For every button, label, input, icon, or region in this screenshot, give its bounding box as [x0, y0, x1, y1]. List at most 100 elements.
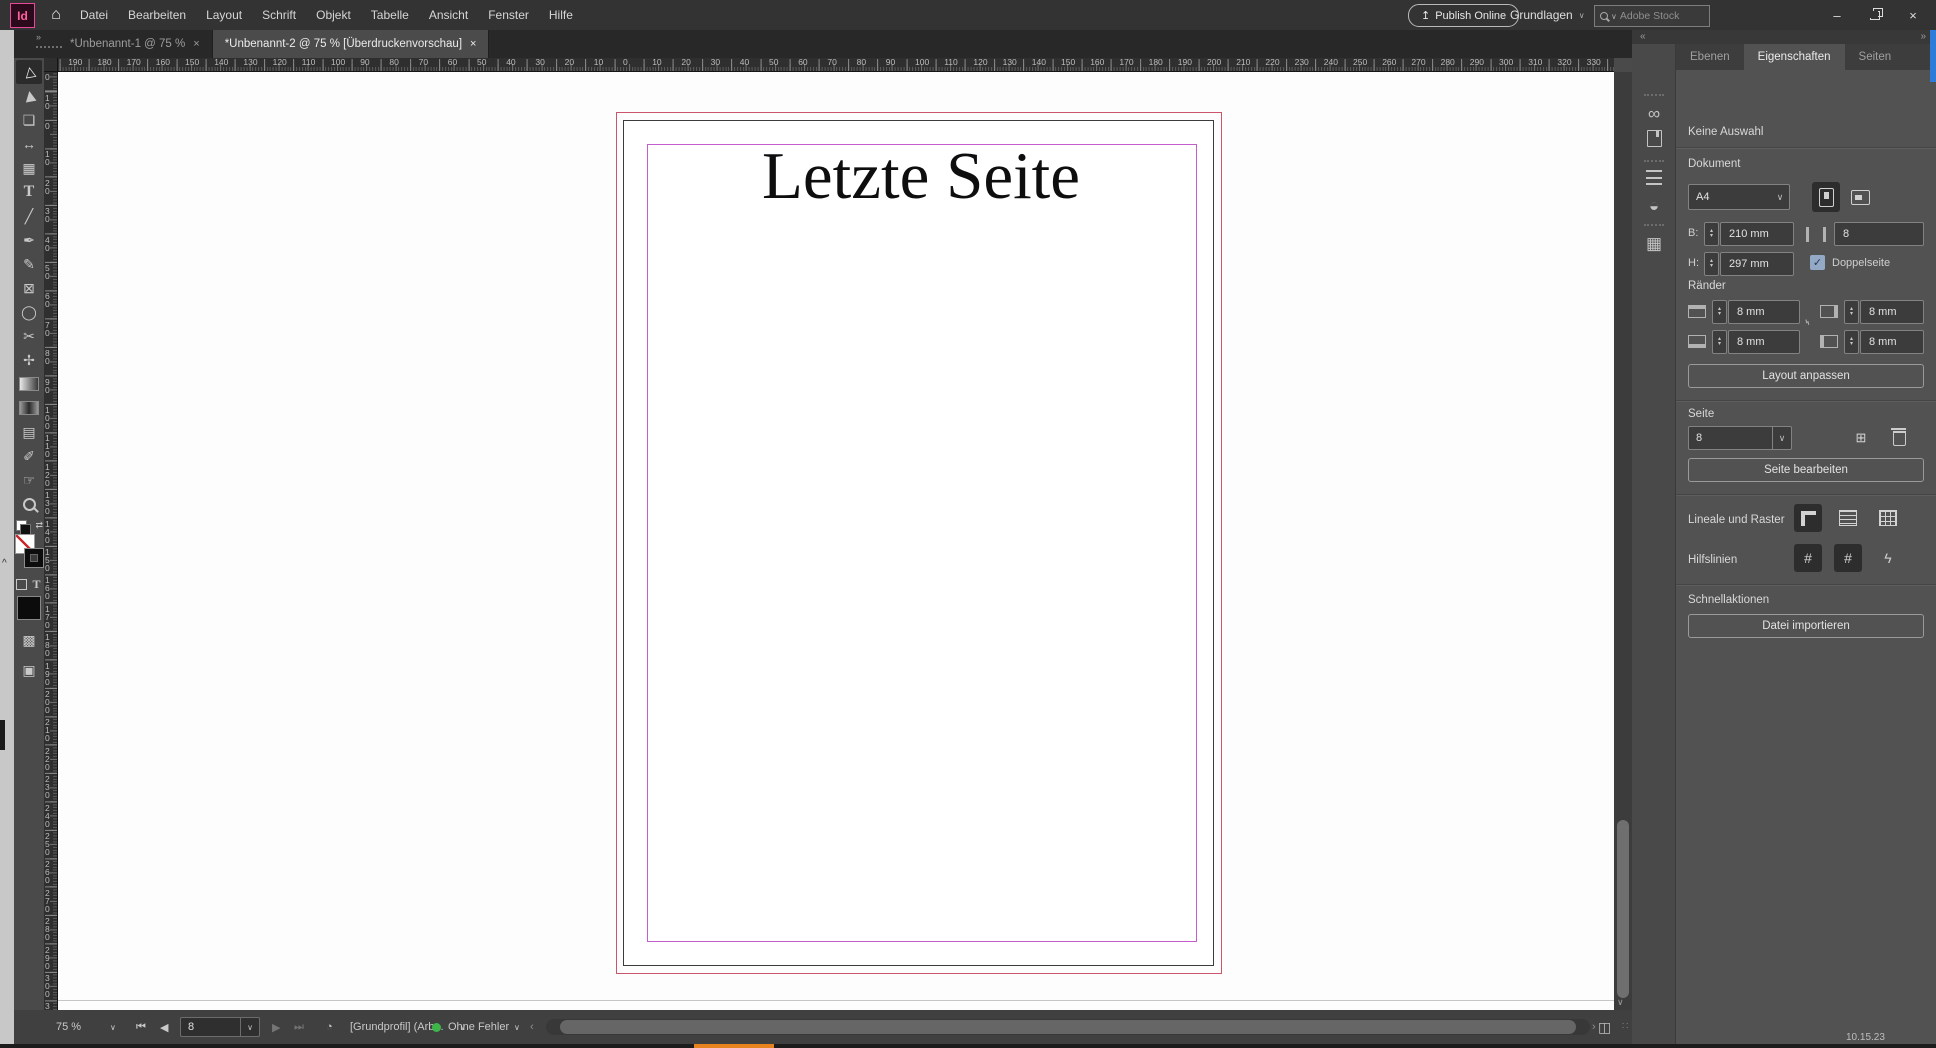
vertical-scrollbar[interactable]: ∨ [1614, 72, 1632, 1010]
add-page-button[interactable]: ⊞ [1848, 426, 1874, 450]
dock-grip-handle[interactable] [1644, 160, 1664, 162]
document-tab[interactable]: *Unbenannt-1 @ 75 % × [58, 30, 213, 58]
link-margins-icon[interactable]: ⌁ [1800, 314, 1815, 329]
vertical-ruler[interactable]: 2 0 1 0 0 1 0 2 0 3 0 4 0 5 0 6 0 7 0 8 0 9 0 1 0 0 1… [44, 72, 58, 1010]
preflight-icon[interactable]: ◔ [326, 1010, 333, 1044]
stroke-swatch[interactable] [24, 548, 44, 568]
type-tool[interactable]: T [16, 180, 42, 204]
gap-tool[interactable]: ↔ [16, 132, 42, 156]
apply-color-button[interactable] [17, 596, 41, 620]
edit-page-button[interactable]: Seite bearbeiten [1688, 458, 1924, 482]
horizontal-scrollbar-thumb[interactable] [560, 1020, 1576, 1034]
page-text-frame[interactable]: Letzte Seite [647, 138, 1195, 215]
screen-mode-button[interactable]: ▩ [16, 628, 42, 652]
first-page-button[interactable]: ⏮ [136, 1010, 146, 1044]
margin-inside-stepper[interactable]: ▴ ▾ [1844, 330, 1859, 354]
color-panel-icon[interactable]: ◒ [1632, 196, 1676, 216]
ruler-origin-corner[interactable] [44, 58, 58, 72]
panel-tab-eigenschaften[interactable]: Eigenschaften [1743, 44, 1845, 70]
zoom-chevron-icon[interactable]: ∨ [110, 1010, 116, 1044]
note-tool[interactable]: ▤ [16, 420, 42, 444]
menu-ansicht[interactable]: Ansicht [419, 8, 478, 22]
eyedropper-tool[interactable]: ✐ [16, 444, 42, 468]
menu-layout[interactable]: Layout [196, 8, 252, 22]
last-page-button[interactable]: ⏭ [294, 1010, 304, 1044]
scroll-left-icon[interactable]: ‹ [530, 1010, 534, 1044]
menu-schrift[interactable]: Schrift [252, 8, 306, 22]
minimize-button[interactable]: – [1818, 0, 1856, 30]
content-collector-tool[interactable]: ▦ [16, 156, 42, 180]
pages-panel-icon[interactable] [1632, 130, 1676, 147]
margin-top-stepper[interactable]: ▴ ▾ [1712, 300, 1727, 324]
adobe-stock-search[interactable]: ∨ Adobe Stock [1594, 5, 1710, 27]
pasteboard[interactable]: Letzte Seite [58, 72, 1614, 1010]
show-rulers-button[interactable] [1794, 504, 1822, 532]
import-file-button[interactable]: Datei importieren [1688, 614, 1924, 638]
delete-page-button[interactable] [1886, 426, 1912, 450]
orientation-portrait-button[interactable] [1812, 182, 1840, 212]
restore-button[interactable] [1856, 0, 1894, 30]
dock-collapse-left-icon[interactable]: « [1640, 31, 1646, 42]
pencil-tool[interactable]: ✎ [16, 252, 42, 276]
formatting-container-button[interactable] [16, 578, 28, 590]
tab-close-icon[interactable]: × [193, 38, 199, 50]
zoom-tool[interactable] [16, 492, 42, 516]
hand-tool[interactable]: ☞ [16, 468, 42, 492]
dock-grip-handle[interactable] [1644, 94, 1664, 96]
menu-datei[interactable]: Datei [70, 8, 118, 22]
links-panel-icon[interactable]: ∞ [1632, 104, 1676, 124]
width-field[interactable]: 210 mm [1720, 222, 1794, 246]
current-page-select[interactable]: 8 ∨ [1688, 426, 1792, 450]
scissors-tool[interactable]: ✂ [16, 324, 42, 348]
gradient-feather-tool[interactable] [16, 396, 42, 420]
home-icon[interactable]: ⌂ [44, 0, 68, 30]
page-number-combo[interactable]: 8 ∨ [180, 1017, 260, 1037]
ellipse-tool[interactable]: ◯ [16, 300, 42, 324]
scroll-right-icon[interactable]: › [1592, 1010, 1596, 1044]
orientation-landscape-button[interactable] [1846, 182, 1874, 212]
panel-tab-ebenen[interactable]: Ebenen [1676, 44, 1744, 70]
margin-outside-field[interactable]: 8 mm [1860, 300, 1924, 324]
toolbar-collapse-icon[interactable]: » [36, 32, 42, 42]
tab-close-icon[interactable]: × [470, 38, 476, 50]
baseline-grid-button[interactable] [1834, 504, 1862, 532]
adjust-layout-button[interactable]: Layout anpassen [1688, 364, 1924, 388]
show-guides-button[interactable]: # [1794, 544, 1822, 572]
publish-online-button[interactable]: ↥ Publish Online [1408, 4, 1520, 27]
menu-hilfe[interactable]: Hilfe [539, 8, 583, 22]
document-tab[interactable]: *Unbenannt-2 @ 75 % [Überdruckenvorschau… [212, 30, 490, 58]
scroll-down-icon[interactable]: ∨ [1617, 997, 1624, 1008]
default-fill-stroke-icon[interactable] [16, 520, 31, 535]
selection-tool[interactable]: ▷ [16, 60, 42, 84]
margin-bottom-field[interactable]: 8 mm [1728, 330, 1800, 354]
smart-guides-button[interactable]: ϟ [1874, 544, 1902, 572]
menu-fenster[interactable]: Fenster [478, 8, 539, 22]
height-field[interactable]: 297 mm [1720, 252, 1794, 276]
line-tool[interactable]: ╱ [16, 204, 42, 228]
free-transform-tool[interactable]: ✢ [16, 348, 42, 372]
width-stepper[interactable]: ▴ ▾ [1704, 222, 1719, 246]
stroke-panel-icon[interactable] [1632, 170, 1676, 185]
page-count-field[interactable]: 8 [1834, 222, 1924, 246]
height-stepper[interactable]: ▴ ▾ [1704, 252, 1719, 276]
spread-view-icon[interactable]: ◫ [1598, 1019, 1611, 1036]
horizontal-scrollbar[interactable] [546, 1019, 1590, 1035]
direct-selection-tool[interactable]: ▶ [16, 84, 42, 108]
status-chevron-icon[interactable]: ∨ [514, 1010, 520, 1044]
swatches-panel-icon[interactable]: ▦ [1632, 234, 1676, 254]
vertical-scrollbar-thumb[interactable] [1617, 820, 1629, 998]
rectangle-frame-tool[interactable]: ⊠ [16, 276, 42, 300]
document-grid-button[interactable] [1874, 504, 1902, 532]
gradient-swatch-tool[interactable] [16, 372, 42, 396]
workspace-switcher[interactable]: Grundlagen ∨ [1510, 0, 1585, 30]
swap-fill-stroke-icon[interactable]: ⇄ [35, 520, 43, 531]
page-tool[interactable]: ❏ [16, 108, 42, 132]
margin-top-field[interactable]: 8 mm [1728, 300, 1800, 324]
page-size-select[interactable]: A4 ∨ [1688, 184, 1790, 210]
horizontal-ruler[interactable]: 190 180 170 160 150 140 130 120 110 100 90 80 70 60 50… [58, 58, 1614, 72]
margin-inside-field[interactable]: 8 mm [1860, 330, 1924, 354]
menu-bearbeiten[interactable]: Bearbeiten [118, 8, 196, 22]
zoom-level[interactable]: 75 % [56, 1010, 81, 1044]
facing-pages-checkbox[interactable]: ✓ [1810, 255, 1825, 270]
menu-tabelle[interactable]: Tabelle [361, 8, 419, 22]
